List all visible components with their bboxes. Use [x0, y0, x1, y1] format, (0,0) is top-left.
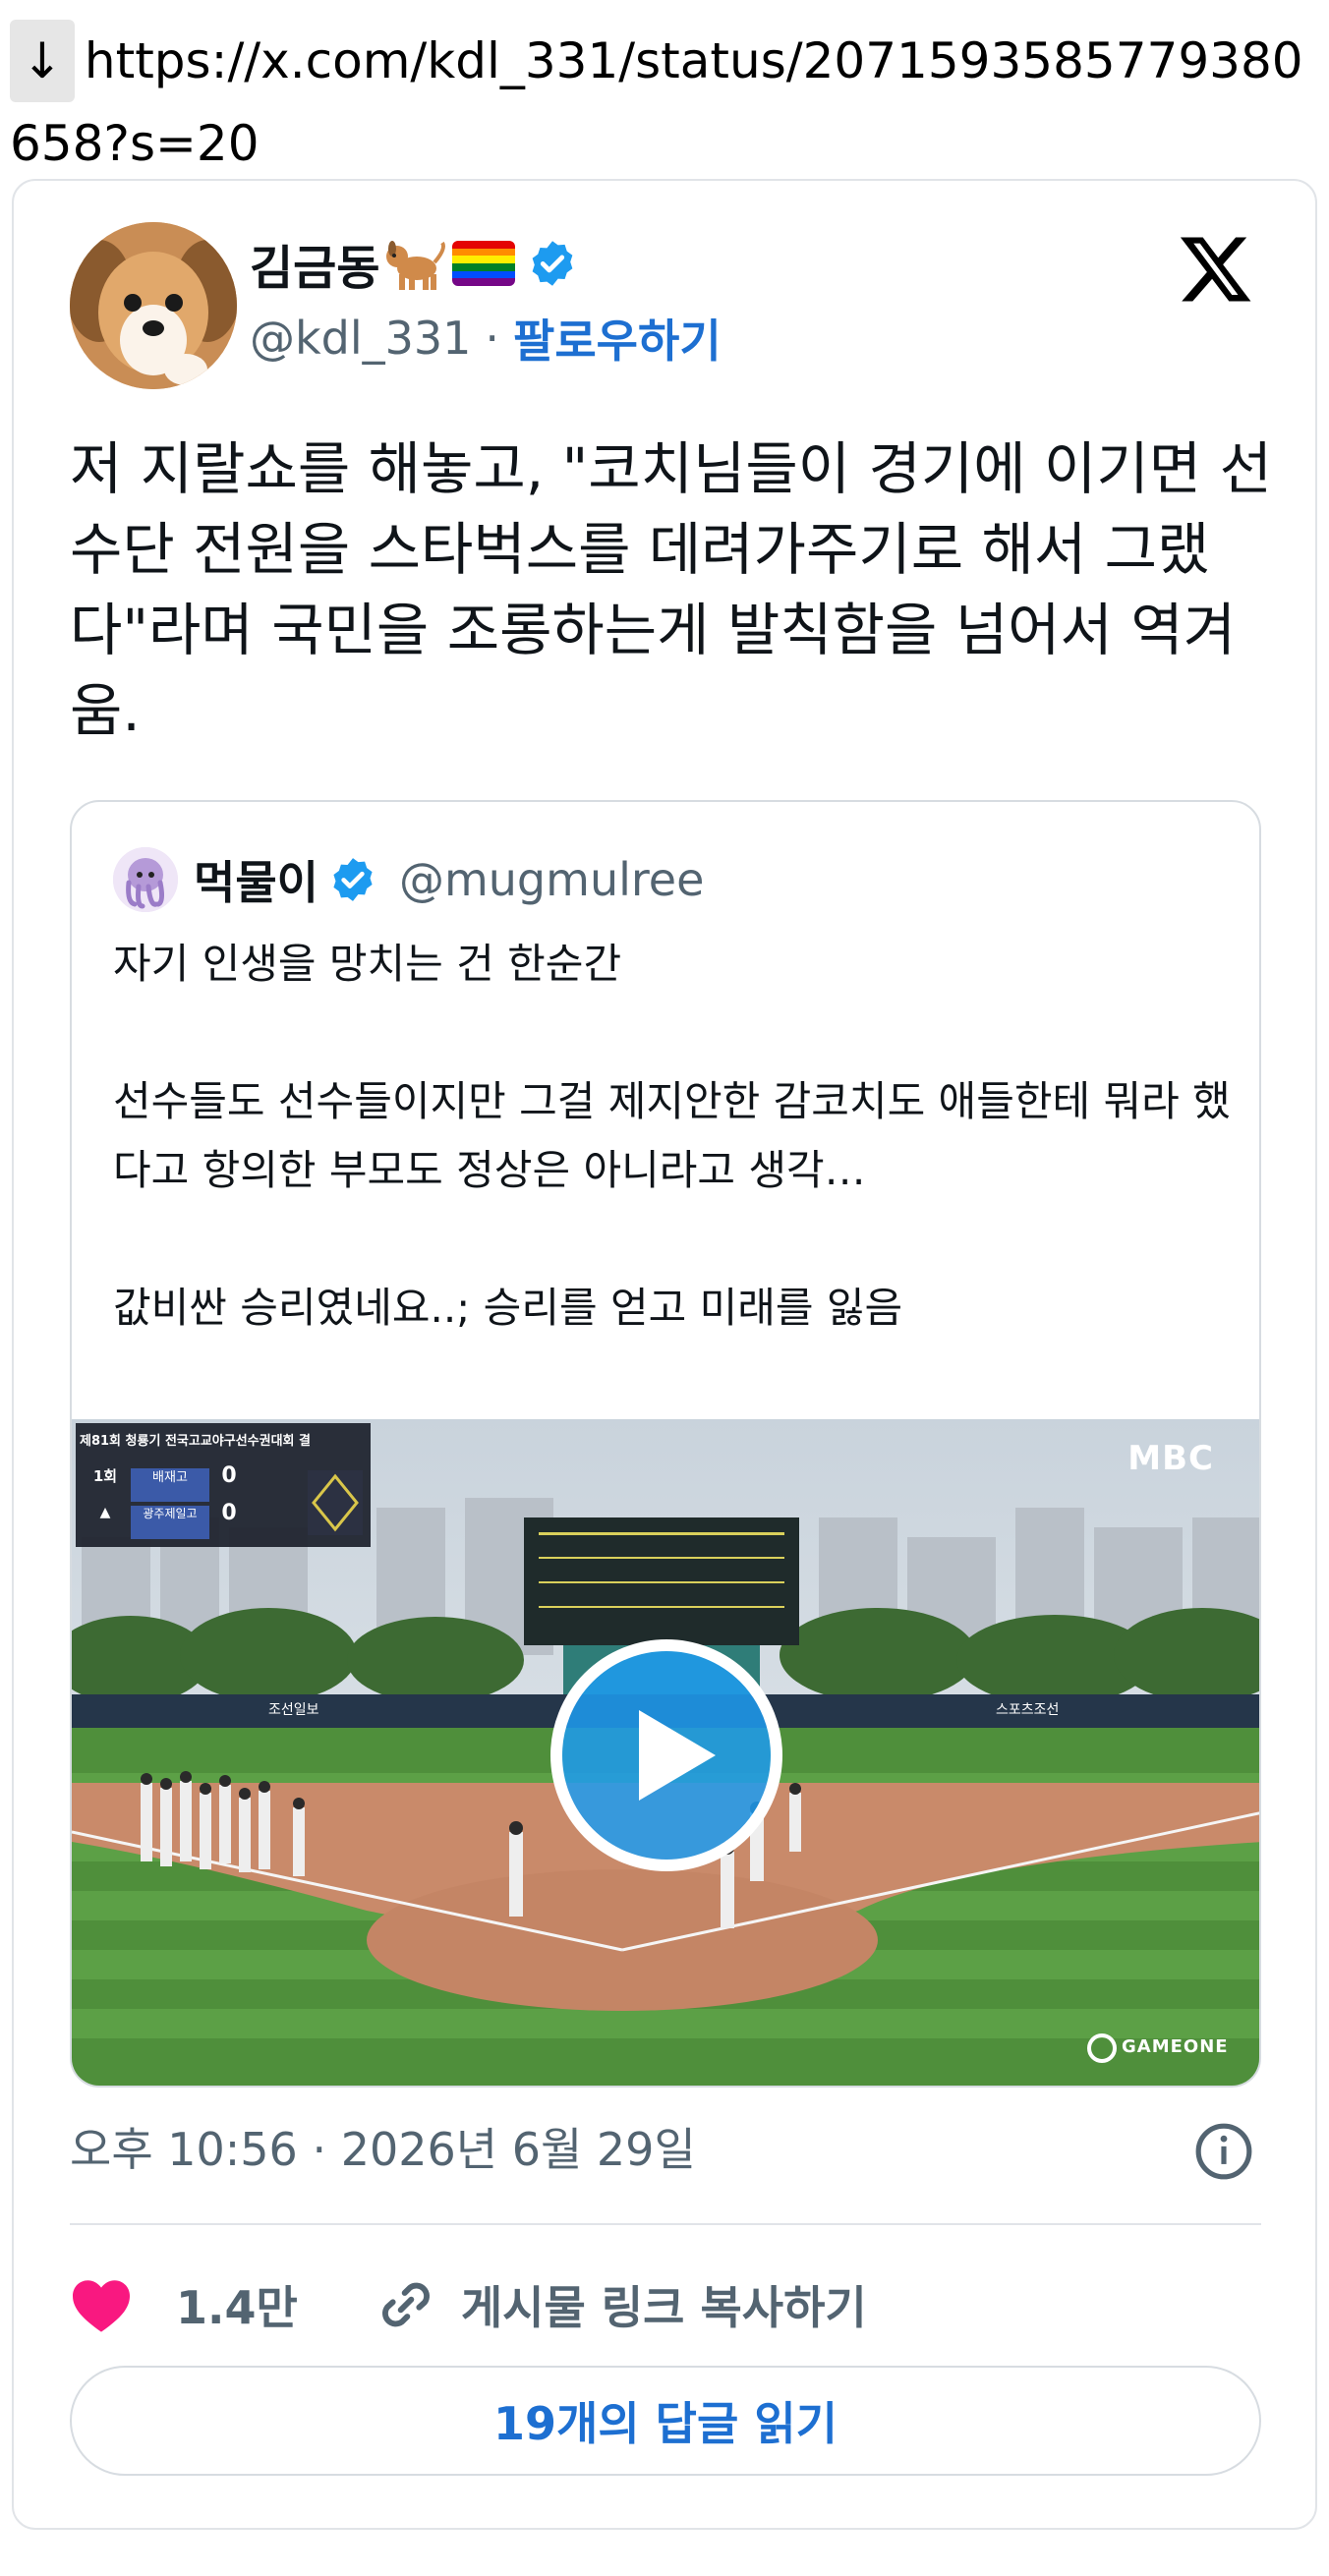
action-bar: 1.4만 게시물 링크 복사하기 [70, 2261, 867, 2349]
score-away: 0 [221, 1462, 237, 1488]
quoted-author-name[interactable]: 먹물이 [194, 847, 318, 912]
scoreboard-overlay: 제81회 청룡기 전국고교야구선수권대회 결 1회 배재고 0 ▲ 광주제일고 … [80, 1427, 367, 1531]
url-line: ↓ https://x.com/kdl_331/status/2071593585… [10, 20, 1317, 185]
quoted-text-line: 자기 인생을 망치는 건 한순간 [113, 940, 622, 988]
quoted-tweet[interactable]: 먹물이 @mugmulree 자기 인생을 망치는 건 한순간 선수들도 선수들… [70, 800, 1261, 2088]
rainbow-flag-icon [452, 241, 516, 286]
tweet-url[interactable]: https://x.com/kdl_331/status/20715935857… [10, 32, 1303, 172]
down-arrow-icon: ↓ [10, 20, 75, 102]
quoted-author-avatar[interactable] [113, 847, 178, 912]
verified-badge-icon [533, 241, 573, 286]
quoted-text: 자기 인생을 망치는 건 한순간 선수들도 선수들이지만 그걸 제지안한 감코치… [113, 930, 1234, 1343]
team-away: 배재고 [152, 1469, 188, 1485]
tweet-card: 김금동 @kdl_331 · 팔로우하기 저 지랄쇼를 해놓고, "코치님들이 … [12, 179, 1317, 2530]
quoted-header: 먹물이 @mugmulree [194, 845, 704, 914]
author-row: 김금동 [250, 228, 578, 299]
separator-dot: · [485, 312, 500, 365]
quoted-text-line [113, 1205, 1234, 1274]
inning-label: 1회 [92, 1466, 118, 1485]
link-icon[interactable] [375, 2273, 437, 2336]
gameone-watermark: GAMEONE [1122, 2036, 1229, 2057]
handle-row: @kdl_331 · 팔로우하기 [250, 307, 722, 370]
x-logo-icon[interactable] [1178, 230, 1254, 307]
info-icon[interactable] [1193, 2121, 1254, 2182]
team-home: 광주제일고 [143, 1506, 198, 1520]
quoted-text-line [113, 999, 1234, 1067]
tweet-timestamp[interactable]: 오후 10:56 · 2026년 6월 29일 [70, 2117, 696, 2182]
channel-logo: MBC [1127, 1439, 1214, 1478]
author-avatar[interactable] [70, 222, 237, 389]
quoted-text-line: 선수들도 선수들이지만 그걸 제지안한 감코치도 애들한테 뭐라 했다고 항의한… [113, 1077, 1231, 1194]
wall-banner-left: 조선일보 [268, 1702, 319, 1718]
copy-link-button[interactable]: 게시물 링크 복사하기 [461, 2272, 867, 2337]
heart-icon[interactable] [70, 2276, 133, 2333]
follow-button[interactable]: 팔로우하기 [513, 306, 722, 371]
scoreboard-title: 제81회 청룡기 전국고교야구선수권대회 결 [80, 1434, 311, 1449]
quoted-author-handle[interactable]: @mugmulree [399, 853, 704, 906]
top-inning-icon: ▲ [99, 1505, 111, 1520]
author-name[interactable]: 김금동 [250, 229, 379, 298]
author-handle[interactable]: @kdl_331 [250, 312, 471, 365]
video-player[interactable]: 제81회 청룡기 전국고교야구선수권대회 결 1회 배재고 0 ▲ 광주제일고 … [72, 1419, 1259, 2086]
tweet-text: 저 지랄쇼를 해놓고, "코치님들이 경기에 이기면 선수단 전원을 스타벅스를… [70, 435, 1272, 744]
verified-badge-icon [333, 858, 373, 901]
play-icon[interactable] [549, 1637, 784, 1873]
read-replies-button[interactable]: 19개의 답글 읽기 [70, 2366, 1261, 2476]
divider [70, 2223, 1261, 2225]
score-home: 0 [221, 1500, 237, 1525]
wall-banner-right: 스포츠조선 [996, 1702, 1060, 1718]
quoted-text-line: 값비싼 승리였네요..; 승리를 얻고 미래를 잃음 [113, 1284, 903, 1332]
like-count: 1.4만 [176, 2281, 298, 2334]
dog-icon [386, 241, 446, 290]
